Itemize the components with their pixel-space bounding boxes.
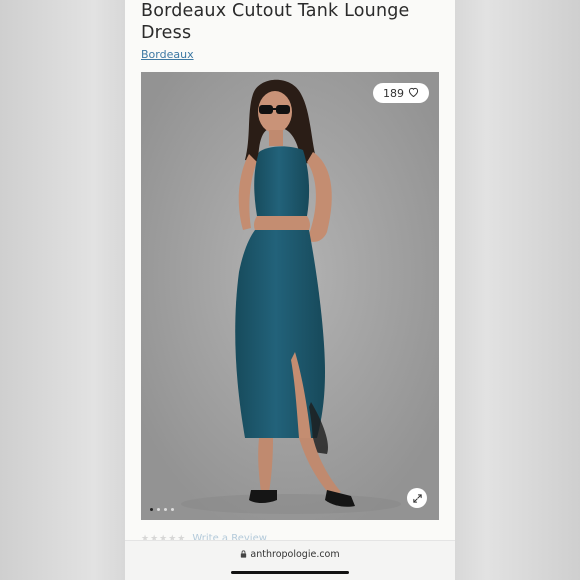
pagination-dot-3[interactable] [164, 508, 167, 511]
favorite-button[interactable]: 189 [373, 83, 429, 103]
home-indicator[interactable] [231, 571, 349, 574]
gallery-pagination [150, 508, 174, 511]
color-link[interactable]: Bordeaux [141, 48, 194, 61]
lock-icon [240, 549, 250, 560]
pagination-dot-2[interactable] [157, 508, 160, 511]
url-text: anthropologie.com [250, 549, 340, 560]
product-image[interactable]: 189 [141, 72, 439, 520]
favorite-count: 189 [383, 86, 404, 100]
product-title: Bordeaux Cutout Tank Lounge Dress [141, 1, 410, 43]
background-blur-left [0, 0, 125, 580]
heart-icon [408, 87, 419, 100]
model-photo [141, 72, 439, 520]
phone-screen: Bordeaux Cutout Tank Lounge Dress Bordea… [125, 0, 455, 580]
expand-icon[interactable] [407, 488, 427, 508]
browser-url-bar[interactable]: anthropologie.com [125, 540, 455, 580]
url-display[interactable]: anthropologie.com [125, 549, 455, 560]
pagination-dot-1[interactable] [150, 508, 153, 511]
pagination-dot-4[interactable] [171, 508, 174, 511]
background-blur-right [455, 0, 580, 580]
